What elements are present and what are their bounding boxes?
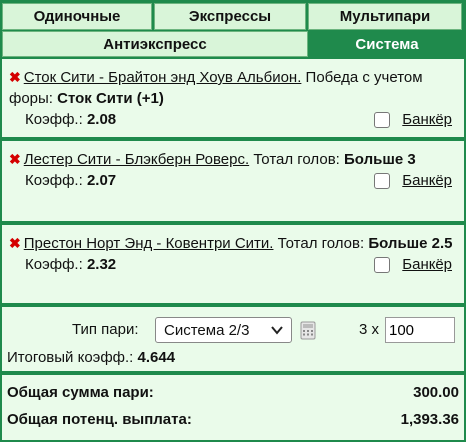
bet-item: ✖ Лестер Сити - Блэкберн Роверс. Тотал го… bbox=[2, 141, 464, 221]
bet-item: ✖ Престон Норт Энд - Ковентри Сити. Тотал… bbox=[2, 225, 464, 303]
coef-label: Коэфф.: bbox=[25, 172, 83, 189]
stake-input[interactable] bbox=[385, 317, 455, 343]
bet-type-label: Тип пари: bbox=[72, 321, 139, 338]
total-coef-value: 4.644 bbox=[137, 349, 176, 366]
banker-label[interactable]: Банкёр bbox=[402, 254, 452, 276]
total-coef: Итоговый коэфф.: 4.644 bbox=[7, 349, 175, 366]
potential-payout-label: Общая потенц. выплата: bbox=[7, 411, 192, 428]
total-stake-value: 300.00 bbox=[413, 384, 459, 401]
tab-anti-accumulator[interactable]: Антиэкспресс bbox=[2, 31, 308, 57]
bet-description: ✖ Лестер Сити - Блэкберн Роверс. Тотал го… bbox=[9, 149, 458, 170]
total-stake-row: Общая сумма пари: 300.00 bbox=[7, 384, 459, 401]
banker-checkbox[interactable] bbox=[374, 112, 391, 128]
market-label: Тотал голов: bbox=[277, 235, 365, 252]
banker-toggle[interactable]: Банкёр bbox=[374, 170, 458, 192]
bet-description: ✖ Престон Норт Энд - Ковентри Сити. Тотал… bbox=[9, 233, 458, 254]
total-stake-label: Общая сумма пари: bbox=[7, 384, 154, 401]
match-link[interactable]: Лестер Сити - Блэкберн Роверс. bbox=[24, 151, 249, 168]
banker-checkbox[interactable] bbox=[374, 257, 391, 273]
betslip: Одиночные Экспрессы Мультипари Антиэкспр… bbox=[0, 0, 466, 442]
system-type-select[interactable]: Система 2/3 bbox=[155, 317, 292, 343]
coef-row: Коэфф.: 2.08 Банкёр bbox=[9, 109, 458, 131]
tab-accumulators[interactable]: Экспрессы bbox=[154, 3, 306, 30]
remove-bet-icon[interactable]: ✖ bbox=[9, 151, 21, 167]
multiplier-label: 3 x bbox=[359, 321, 380, 338]
calculator-icon[interactable] bbox=[300, 321, 316, 340]
market-label: Тотал голов: bbox=[253, 151, 340, 168]
remove-bet-icon[interactable]: ✖ bbox=[9, 69, 21, 85]
match-link[interactable]: Престон Норт Энд - Ковентри Сити. bbox=[24, 235, 274, 252]
bet-item: ✖ Сток Сити - Брайтон энд Хоув Альбион. П… bbox=[2, 59, 464, 137]
selection-label: Сток Сити (+1) bbox=[57, 90, 164, 107]
coef-value: 2.32 bbox=[86, 256, 117, 273]
tab-singles[interactable]: Одиночные bbox=[2, 3, 152, 30]
banker-label[interactable]: Банкёр bbox=[402, 170, 452, 192]
selection-label: Больше 3 bbox=[344, 151, 416, 168]
match-link[interactable]: Сток Сити - Брайтон энд Хоув Альбион. bbox=[24, 69, 302, 86]
selection-label: Больше 2.5 bbox=[368, 235, 453, 252]
potential-payout-row: Общая потенц. выплата: 1,393.36 bbox=[7, 411, 459, 428]
summary-panel: Общая сумма пари: 300.00 Общая потенц. в… bbox=[2, 375, 464, 440]
coef-label: Коэфф.: bbox=[25, 256, 83, 273]
coef-label: Коэфф.: bbox=[25, 111, 83, 128]
tab-row-bottom: Антиэкспресс Система bbox=[2, 31, 464, 57]
bet-description: ✖ Сток Сити - Брайтон энд Хоув Альбион. П… bbox=[9, 67, 458, 109]
remove-bet-icon[interactable]: ✖ bbox=[9, 235, 21, 251]
tab-multibets[interactable]: Мультипари bbox=[308, 3, 462, 30]
system-type-value: Система 2/3 bbox=[164, 321, 250, 339]
coef-value: 2.08 bbox=[86, 111, 117, 128]
potential-payout-value: 1,393.36 bbox=[400, 411, 459, 428]
chevron-down-icon bbox=[271, 326, 283, 335]
banker-label[interactable]: Банкёр bbox=[402, 109, 452, 131]
system-panel: Тип пари: Система 2/3 3 x Итоговый коэфф… bbox=[2, 307, 464, 371]
coef-value: 2.07 bbox=[86, 172, 117, 189]
total-coef-label: Итоговый коэфф.: bbox=[7, 349, 134, 366]
tab-row-top: Одиночные Экспрессы Мультипари bbox=[2, 3, 464, 30]
banker-checkbox[interactable] bbox=[374, 173, 391, 189]
coef-row: Коэфф.: 2.32 Банкёр bbox=[9, 254, 458, 276]
tab-system[interactable]: Система bbox=[310, 31, 464, 57]
coef-row: Коэфф.: 2.07 Банкёр bbox=[9, 170, 458, 192]
banker-toggle[interactable]: Банкёр bbox=[374, 254, 458, 276]
banker-toggle[interactable]: Банкёр bbox=[374, 109, 458, 131]
